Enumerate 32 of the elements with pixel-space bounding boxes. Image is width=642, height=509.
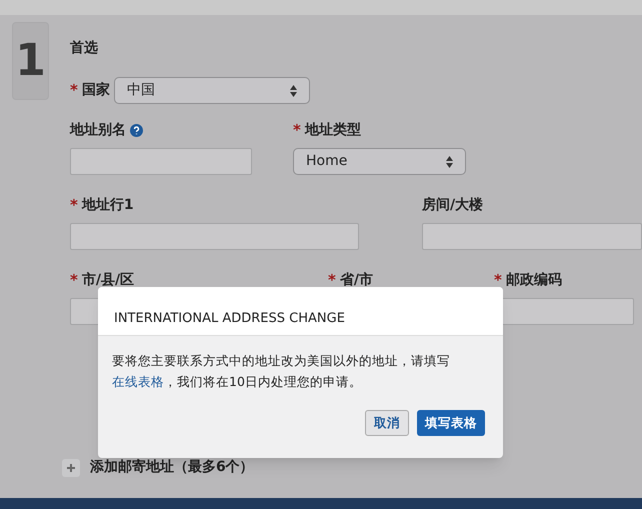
required-asterisk: * [494, 272, 502, 288]
dialog-title: INTERNATIONAL ADDRESS CHANGE [114, 310, 345, 328]
plus-icon [67, 464, 75, 472]
online-form-link[interactable]: 在线表格 [112, 374, 164, 389]
field-label: 房间/大楼 [422, 196, 484, 214]
field-label: 省/市 [340, 270, 373, 290]
section-title: 首选 [70, 39, 99, 58]
dialog-message: 要将您主要联系方式中的地址改为美国以外的地址，请填写 在线表格，我们将在10日内处理您的申请。 [111, 352, 451, 391]
input-field[interactable] [422, 223, 642, 250]
required-asterisk: * [70, 83, 78, 98]
input-field[interactable] [70, 223, 359, 250]
field-label: 市/县/区 [82, 270, 134, 290]
help-icon[interactable] [130, 124, 143, 136]
field-label: 地址行1 [82, 196, 134, 214]
input-field[interactable] [70, 148, 252, 175]
field-label: 地址别名 [70, 120, 126, 140]
required-asterisk: * [293, 122, 301, 138]
field-label: 地址类型 [304, 120, 361, 140]
add-mailing-address-link[interactable]: 添加邮寄地址（最多6个） [90, 457, 254, 478]
step-number-box: 1 [12, 22, 49, 100]
select-field[interactable]: Home [293, 148, 466, 175]
cancel-button[interactable]: 取消 [365, 410, 409, 436]
field-label: 国家 [82, 80, 110, 100]
fill-form-button[interactable]: 填写表格 [417, 410, 485, 436]
required-asterisk: * [70, 272, 78, 288]
field-label: 邮政编码 [506, 270, 562, 290]
add-button[interactable] [62, 458, 80, 476]
updown-icon [290, 84, 297, 96]
select-field[interactable]: 中国 [114, 77, 310, 104]
required-asterisk: * [70, 198, 78, 212]
updown-icon [446, 156, 453, 168]
required-asterisk: * [328, 272, 336, 288]
